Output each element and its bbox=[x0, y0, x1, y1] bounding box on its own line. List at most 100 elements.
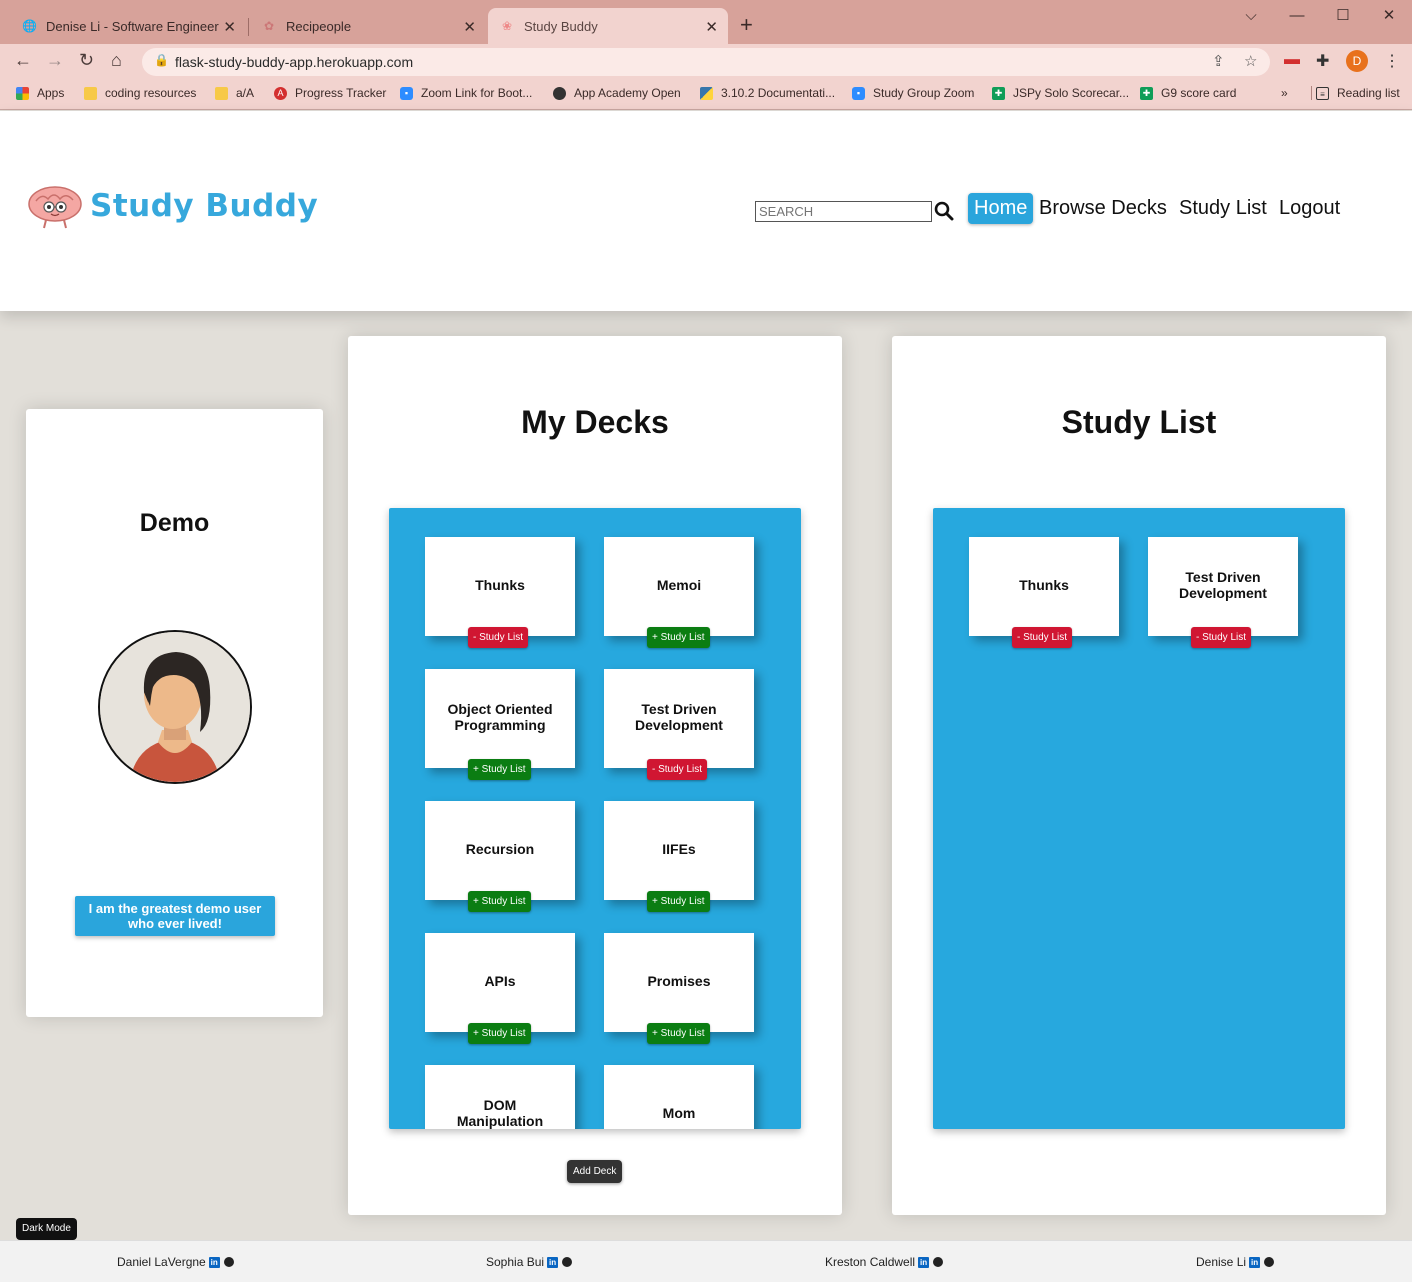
chevron-right-icon: » bbox=[1281, 86, 1288, 100]
zoom-icon: ▪ bbox=[852, 86, 865, 100]
remove-from-study-list-button[interactable]: - Study List bbox=[468, 627, 529, 648]
close-tab-icon[interactable]: ✕ bbox=[463, 18, 476, 36]
sheets-icon: ✚ bbox=[992, 86, 1005, 100]
bookmark-link[interactable]: A Progress Tracker bbox=[274, 86, 386, 100]
browser-tab-bar: 🌐 Denise Li - Software Engineer ✕ ✿ Reci… bbox=[0, 0, 1412, 44]
deck-card[interactable]: Recursion bbox=[425, 801, 575, 900]
add-to-study-list-button[interactable]: + Study List bbox=[468, 1023, 531, 1044]
bookmark-label: G9 score card bbox=[1161, 86, 1237, 100]
minimize-button[interactable]: — bbox=[1274, 0, 1320, 32]
deck-title: APIs bbox=[484, 972, 516, 989]
window-controls: ⌵ — ☐ ✕ bbox=[1228, 0, 1412, 32]
app-header: Study Buddy Home Browse Decks Study List… bbox=[0, 111, 1412, 311]
reload-icon[interactable]: ↻ bbox=[79, 50, 94, 71]
add-to-study-list-button[interactable]: + Study List bbox=[647, 891, 710, 912]
github-icon[interactable] bbox=[1264, 1257, 1275, 1267]
close-tab-icon[interactable]: ✕ bbox=[223, 18, 236, 36]
deck-card[interactable]: Memoi bbox=[604, 537, 754, 636]
deck-card[interactable]: APIs bbox=[425, 933, 575, 1032]
more-bookmarks-button[interactable]: » bbox=[1281, 86, 1288, 100]
deck-title: Recursion bbox=[465, 840, 535, 857]
nav-logout[interactable]: Logout bbox=[1273, 193, 1346, 224]
github-icon[interactable] bbox=[933, 1257, 944, 1267]
linkedin-icon[interactable]: in bbox=[918, 1256, 930, 1268]
bookmark-link[interactable]: ▪ Zoom Link for Boot... bbox=[400, 86, 532, 100]
deck-card[interactable]: Test Driven Development bbox=[1148, 537, 1298, 636]
add-to-study-list-button[interactable]: + Study List bbox=[647, 1023, 710, 1044]
add-to-study-list-button[interactable]: + Study List bbox=[647, 627, 710, 648]
bookmark-label: Study Group Zoom bbox=[873, 86, 975, 100]
address-bar: ← → ↻ ⌂ 🔒 flask-study-buddy-app.herokuap… bbox=[0, 44, 1412, 78]
new-tab-button[interactable]: + bbox=[740, 12, 753, 38]
deck-card[interactable]: Mom bbox=[604, 1065, 754, 1129]
deck-title: Thunks bbox=[1019, 576, 1069, 593]
back-icon[interactable]: ← bbox=[14, 50, 32, 71]
tab-title: Recipeople bbox=[286, 18, 352, 34]
deck-card[interactable]: DOM Manipulation bbox=[425, 1065, 575, 1129]
menu-icon[interactable]: ⋮ bbox=[1384, 51, 1400, 71]
add-deck-button[interactable]: Add Deck bbox=[567, 1160, 623, 1183]
github-icon[interactable] bbox=[223, 1257, 234, 1267]
linkedin-icon[interactable]: in bbox=[1249, 1256, 1261, 1268]
puzzle-icon[interactable]: ✚ bbox=[1316, 51, 1329, 71]
remove-from-study-list-button[interactable]: - Study List bbox=[1191, 627, 1252, 648]
credit-daniel: Daniel LaVergne in bbox=[117, 1255, 234, 1269]
nav-home[interactable]: Home bbox=[968, 193, 1034, 224]
bookmark-star-icon[interactable]: ☆ bbox=[1244, 52, 1257, 70]
deck-card[interactable]: Thunks bbox=[969, 537, 1119, 636]
nav-study-list[interactable]: Study List bbox=[1173, 193, 1273, 224]
reading-list-button[interactable]: ≡ Reading list bbox=[1311, 86, 1400, 100]
sheets-icon: ✚ bbox=[1140, 86, 1153, 100]
deck-card[interactable]: IIFEs bbox=[604, 801, 754, 900]
dark-mode-toggle[interactable]: Dark Mode bbox=[16, 1218, 77, 1240]
bookmark-link[interactable]: ✚ G9 score card bbox=[1140, 86, 1236, 100]
profile-avatar[interactable]: D bbox=[1346, 50, 1368, 72]
share-icon[interactable]: ⇪ bbox=[1212, 52, 1225, 70]
nav-browse-decks[interactable]: Browse Decks bbox=[1033, 193, 1173, 224]
add-to-study-list-button[interactable]: + Study List bbox=[468, 891, 531, 912]
profile-panel: Demo I am the greatest demo user who eve… bbox=[26, 409, 323, 1017]
url-field[interactable]: 🔒 flask-study-buddy-app.herokuapp.com ⇪ … bbox=[142, 48, 1270, 76]
bookmark-label: a/A bbox=[236, 86, 255, 100]
bookmark-link[interactable]: ✚ JSPy Solo Scorecar... bbox=[992, 86, 1129, 100]
reading-list-icon: ≡ bbox=[1316, 86, 1329, 100]
browser-tab-active[interactable]: ❀ Study Buddy ✕ bbox=[488, 8, 728, 44]
deck-card[interactable]: Object Oriented Programming bbox=[425, 669, 575, 768]
bookmark-folder[interactable]: coding resources bbox=[84, 86, 196, 100]
remove-from-study-list-button[interactable]: - Study List bbox=[1012, 627, 1073, 648]
remove-from-study-list-button[interactable]: - Study List bbox=[647, 759, 708, 780]
linkedin-icon[interactable]: in bbox=[547, 1256, 559, 1268]
forward-icon[interactable]: → bbox=[46, 50, 64, 71]
folder-icon bbox=[84, 86, 97, 100]
browser-tab[interactable]: 🌐 Denise Li - Software Engineer ✕ bbox=[10, 8, 246, 44]
globe-icon: 🌐 bbox=[22, 19, 37, 33]
deck-card[interactable]: Thunks bbox=[425, 537, 575, 636]
logo[interactable]: Study Buddy bbox=[26, 183, 318, 229]
deck-card[interactable]: Test Driven Development bbox=[604, 669, 754, 768]
bookmark-apps[interactable]: Apps bbox=[16, 86, 64, 100]
tab-search-icon[interactable]: ⌵ bbox=[1228, 0, 1274, 32]
credit-name: Denise Li bbox=[1196, 1255, 1247, 1269]
linkedin-icon[interactable]: in bbox=[208, 1256, 220, 1268]
avatar bbox=[98, 630, 252, 784]
study-list-title: Study List bbox=[1061, 404, 1217, 440]
url-text: flask-study-buddy-app.herokuapp.com bbox=[175, 54, 414, 70]
maximize-button[interactable]: ☐ bbox=[1320, 0, 1366, 32]
home-icon[interactable]: ⌂ bbox=[111, 50, 122, 71]
lock-icon[interactable]: 🔒 bbox=[154, 53, 169, 67]
search-icon[interactable] bbox=[934, 201, 954, 221]
extension-icon[interactable]: ▬ bbox=[1284, 51, 1300, 69]
globe-icon bbox=[553, 86, 566, 100]
add-to-study-list-button[interactable]: + Study List bbox=[468, 759, 531, 780]
close-tab-icon[interactable]: ✕ bbox=[705, 18, 718, 36]
github-icon[interactable] bbox=[562, 1257, 573, 1267]
bookmark-link[interactable]: App Academy Open bbox=[553, 86, 681, 100]
close-window-button[interactable]: ✕ bbox=[1366, 0, 1412, 32]
bookmark-link[interactable]: ▪ Study Group Zoom bbox=[852, 86, 974, 100]
recipe-icon: ✿ bbox=[263, 19, 275, 33]
bookmark-folder[interactable]: a/A bbox=[215, 86, 254, 100]
deck-card[interactable]: Promises bbox=[604, 933, 754, 1032]
browser-tab[interactable]: ✿ Recipeople ✕ bbox=[248, 8, 486, 44]
search-input[interactable] bbox=[755, 201, 932, 222]
bookmark-link[interactable]: 3.10.2 Documentati... bbox=[700, 86, 835, 100]
